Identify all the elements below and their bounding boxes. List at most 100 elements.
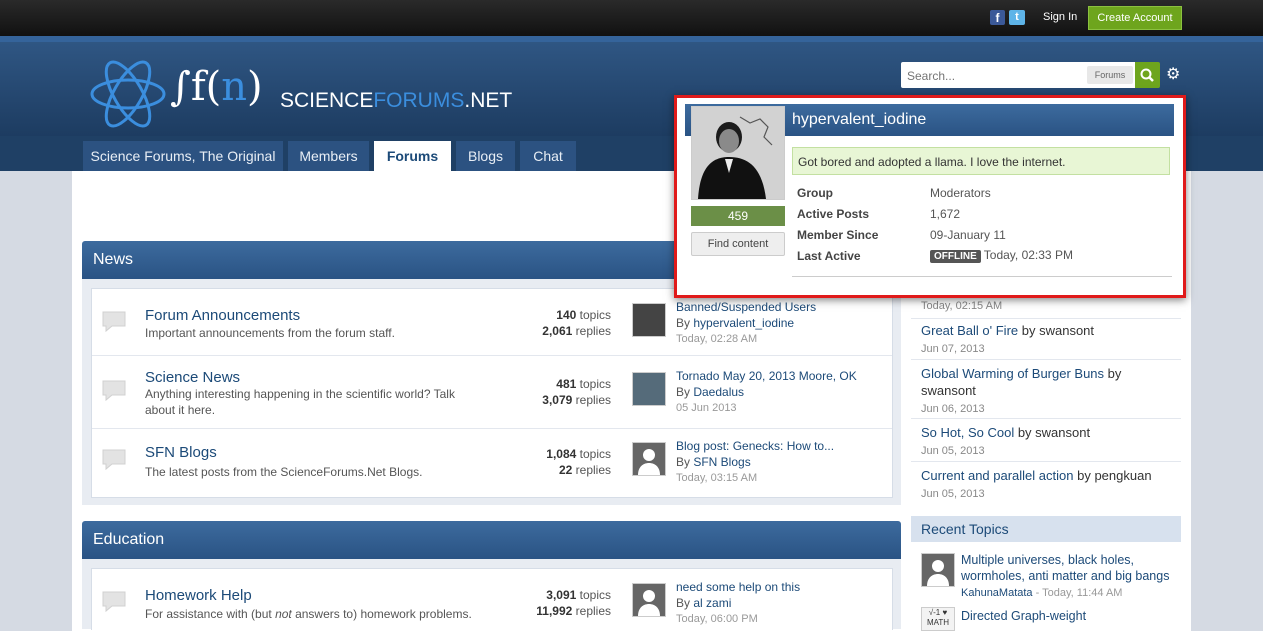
- divider: [792, 276, 1172, 277]
- last-post-info: Tornado May 20, 2013 Moore, OK By Daedal…: [676, 369, 857, 417]
- field-label: Member Since: [797, 228, 879, 242]
- search-input[interactable]: [905, 66, 1079, 86]
- tab-chat[interactable]: Chat: [520, 141, 576, 171]
- field-value: 1,672: [930, 207, 961, 221]
- topic-count-label: topics: [576, 588, 611, 602]
- last-post-by: By: [676, 384, 694, 399]
- twitter-icon[interactable]: t: [1009, 10, 1025, 25]
- search-box: Forums: [901, 62, 1160, 88]
- last-post-info: Banned/Suspended Users By hypervalent_io…: [676, 300, 816, 348]
- forum-description-a: For assistance with (but: [145, 607, 276, 621]
- forum-read-icon: [102, 380, 126, 402]
- category-header-education[interactable]: Education: [82, 521, 901, 559]
- default-avatar-icon: [633, 584, 665, 616]
- create-account-button[interactable]: Create Account: [1088, 6, 1182, 30]
- sidebar-item-partial: Today, 02:15 AM: [921, 296, 1173, 315]
- topic-count: 140: [556, 308, 577, 322]
- sidebar-item-title[interactable]: So Hot, So Cool: [921, 425, 1014, 440]
- recent-topic-title[interactable]: Directed Graph-weight: [961, 608, 1086, 624]
- forum-row: Homework Help For assistance with (but n…: [92, 569, 892, 630]
- recent-topic-avatar[interactable]: √-1 ♥ MATH: [921, 607, 955, 631]
- search-scope-selector[interactable]: Forums: [1087, 66, 1133, 84]
- last-post-info: need some help on this By al zami Today,…: [676, 580, 800, 628]
- last-post-user[interactable]: Daedalus: [693, 385, 744, 399]
- default-avatar-icon: [922, 554, 954, 586]
- logo-mark-close: ): [247, 64, 263, 110]
- tab-forums[interactable]: Forums: [374, 141, 451, 171]
- last-poster-avatar[interactable]: [632, 442, 666, 476]
- default-avatar-icon: [633, 443, 665, 475]
- last-poster-avatar[interactable]: [632, 303, 666, 337]
- sidebar-item-date: Today, 02:15 AM: [921, 300, 1003, 312]
- sidebar-item-title[interactable]: Global Warming of Burger Buns: [921, 366, 1104, 381]
- sidebar-item-author: by pengkuan: [1073, 468, 1152, 483]
- forum-read-icon: [102, 591, 126, 613]
- field-label: Group: [797, 186, 833, 200]
- last-post-title[interactable]: Banned/Suspended Users: [676, 300, 816, 314]
- tab-science-forums[interactable]: Science Forums, The Original: [83, 141, 283, 171]
- forum-list-education: Homework Help For assistance with (but n…: [91, 568, 893, 630]
- recent-topics-header: Recent Topics: [911, 516, 1181, 542]
- sidebar-item: Global Warming of Burger Buns by swanson…: [921, 365, 1173, 418]
- logo-site-a: SCIENCE: [280, 89, 374, 112]
- search-button[interactable]: [1135, 62, 1160, 88]
- profile-photo-image: [692, 107, 784, 199]
- sidebar-item: Great Ball o' Fire by swansont Jun 07, 2…: [921, 322, 1173, 358]
- user-profile-popup: hypervalent_iodine 459 Find content Got …: [674, 95, 1186, 298]
- topic-count: 481: [556, 377, 577, 391]
- forum-stats: 1,084 topics 22 replies: [512, 446, 611, 478]
- logo-site-name[interactable]: SCIENCEFORUMS.NET: [280, 89, 512, 113]
- recent-topic-avatar[interactable]: [921, 553, 955, 587]
- forum-title[interactable]: SFN Blogs: [145, 444, 217, 461]
- sidebar-item-date: Jun 05, 2013: [921, 445, 985, 457]
- topic-count: 3,091: [546, 588, 577, 602]
- facebook-icon[interactable]: f: [990, 10, 1005, 25]
- reply-count-label: replies: [572, 393, 611, 407]
- search-icon: [1140, 68, 1154, 82]
- sidebar-item-title[interactable]: Great Ball o' Fire: [921, 323, 1018, 338]
- gear-icon[interactable]: ⚙: [1166, 64, 1180, 84]
- forum-title[interactable]: Science News: [145, 369, 240, 386]
- logo-mark[interactable]: ∫f(n): [170, 64, 263, 110]
- recent-topic-user[interactable]: KahunaMatata: [961, 587, 1033, 599]
- sidebar-blog-list: Today, 02:15 AM Great Ball o' Fire by sw…: [911, 280, 1181, 500]
- forum-title[interactable]: Homework Help: [145, 587, 252, 604]
- status-message: Got bored and adopted a llama. I love th…: [792, 147, 1170, 175]
- last-post-info: Blog post: Genecks: How to... By SFN Blo…: [676, 439, 834, 487]
- last-post-title[interactable]: Blog post: Genecks: How to...: [676, 439, 834, 453]
- profile-photo[interactable]: [691, 106, 785, 200]
- forum-list-news: Forum Announcements Important announceme…: [91, 288, 893, 498]
- recent-topic-date: - Today, 11:44 AM: [1032, 587, 1123, 599]
- sign-in-link[interactable]: Sign In: [1043, 11, 1077, 23]
- divider: [911, 418, 1181, 419]
- tab-members[interactable]: Members: [288, 141, 369, 171]
- sidebar-item: So Hot, So Cool by swansont Jun 05, 2013: [921, 424, 1173, 460]
- last-post-user[interactable]: SFN Blogs: [693, 455, 750, 469]
- popup-username[interactable]: hypervalent_iodine: [792, 104, 926, 136]
- top-bar: f t Sign In Create Account: [0, 0, 1263, 36]
- find-content-button[interactable]: Find content: [691, 232, 785, 256]
- reply-count-label: replies: [572, 324, 611, 338]
- reply-count-label: replies: [572, 604, 611, 618]
- last-post-title[interactable]: need some help on this: [676, 580, 800, 594]
- forum-title[interactable]: Forum Announcements: [145, 307, 300, 324]
- last-post-user[interactable]: al zami: [693, 596, 731, 610]
- last-poster-avatar[interactable]: [632, 372, 666, 406]
- field-label: Active Posts: [797, 207, 870, 221]
- sidebar-item: Current and parallel action by pengkuan …: [921, 467, 1173, 503]
- last-poster-avatar[interactable]: [632, 583, 666, 617]
- last-post-by: By: [676, 595, 694, 610]
- last-active-value: Today, 02:33 PM: [983, 248, 1073, 262]
- forum-read-icon: [102, 311, 126, 333]
- last-post-date: 05 Jun 2013: [676, 402, 737, 414]
- last-post-title[interactable]: Tornado May 20, 2013 Moore, OK: [676, 369, 857, 383]
- offline-badge: OFFLINE: [930, 250, 981, 263]
- field-value: 09-January 11: [930, 228, 1006, 242]
- recent-topic-title[interactable]: Multiple universes, black holes, wormhol…: [961, 553, 1169, 583]
- atom-logo-icon[interactable]: [88, 52, 168, 136]
- forum-stats: 481 topics 3,079 replies: [512, 376, 611, 408]
- last-post-user[interactable]: hypervalent_iodine: [693, 316, 794, 330]
- forum-row: Science News Anything interesting happen…: [92, 356, 892, 429]
- tab-blogs[interactable]: Blogs: [456, 141, 515, 171]
- sidebar-item-title[interactable]: Current and parallel action: [921, 468, 1073, 483]
